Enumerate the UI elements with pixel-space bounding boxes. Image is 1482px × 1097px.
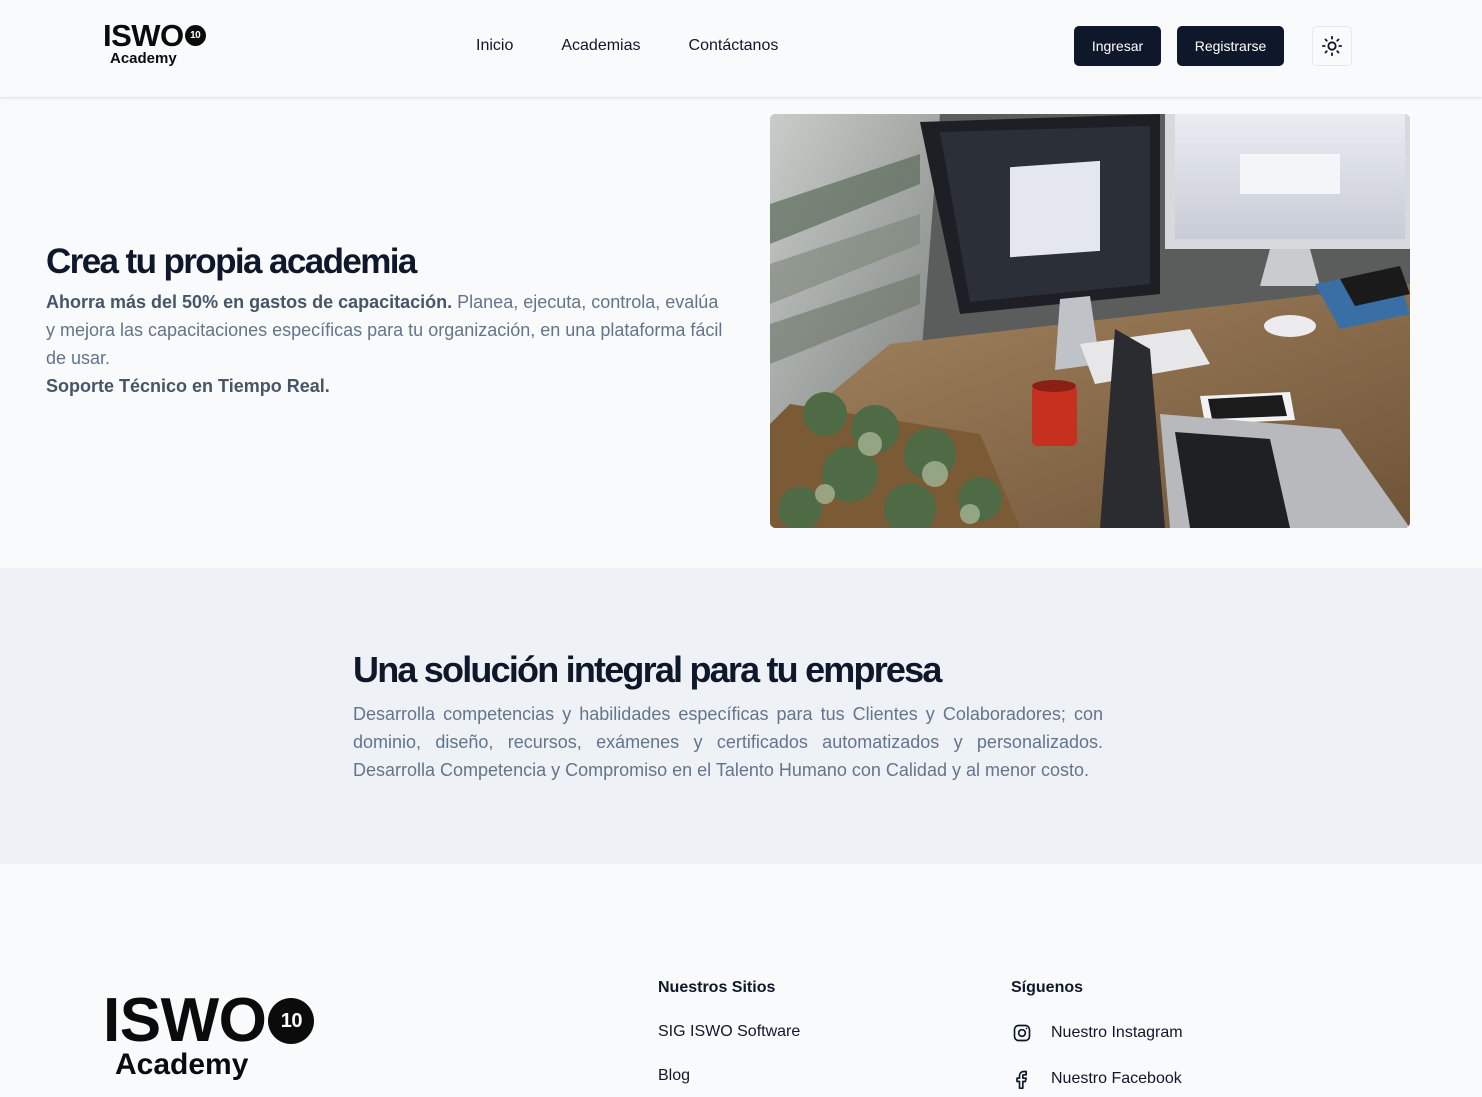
logo-subtitle: Academy [110,50,177,67]
facebook-icon [1011,1068,1033,1090]
footer-link-sig-iswo[interactable]: SIG ISWO Software [658,1022,800,1042]
logo-badge: 10 [184,25,206,46]
nav-contactanos[interactable]: Contáctanos [689,36,779,56]
workspace-photo [770,114,1410,528]
login-button[interactable]: Ingresar [1074,26,1161,66]
logo-text: ISWO [103,18,184,53]
header-logo[interactable]: ISWO 10 Academy [103,20,206,66]
solution-section: Una solución integral para tu empresa De… [0,568,1482,864]
footer-logo-badge: 10 [268,998,315,1044]
page: ISWO 10 Academy Inicio Academias Contáct… [0,0,1482,1097]
footer-link-instagram[interactable]: Nuestro Instagram [1011,1022,1183,1044]
footer-sites: Nuestros Sitios SIG ISWO Software Blog [658,978,800,1086]
nav-academias[interactable]: Academias [561,36,640,56]
footer-link-blog[interactable]: Blog [658,1066,800,1086]
footer-social-heading: Síguenos [1011,979,1084,996]
footer-link-facebook[interactable]: Nuestro Facebook [1011,1068,1183,1090]
nav-inicio[interactable]: Inicio [476,36,513,56]
site-header: ISWO 10 Academy Inicio Academias Contáct… [0,0,1482,98]
instagram-label: Nuestro Instagram [1051,1024,1183,1041]
solution-description: Desarrolla competencias y habilidades es… [353,704,1103,780]
main-nav: Inicio Academias Contáctanos [476,36,778,56]
footer-logo-text: ISWO [103,986,267,1055]
hero-text: Crea tu propia academia Ahorra más del 5… [46,240,730,400]
register-button[interactable]: Registrarse [1177,26,1284,66]
footer-sites-heading: Nuestros Sitios [658,979,776,996]
solution-title: Una solución integral para tu empresa [353,649,942,690]
footer-logo[interactable]: ISWO 10 Academy [103,986,315,1081]
instagram-icon [1011,1022,1033,1044]
theme-toggle-button[interactable] [1312,26,1352,66]
hero-title: Crea tu propia academia [46,242,417,281]
hero-support-text: Soporte Técnico en Tiempo Real. [46,376,330,396]
hero-image [770,114,1410,528]
footer-social: Síguenos Nuestro Instagram Nuestro Faceb… [1011,978,1183,1090]
sun-icon [1321,35,1343,57]
hero-description: Ahorra más del 50% en gastos de capacita… [46,288,730,372]
hero-description-bold: Ahorra más del 50% en gastos de capacita… [46,292,453,312]
facebook-label: Nuestro Facebook [1051,1070,1182,1087]
footer-logo-subtitle: Academy [115,1048,249,1081]
